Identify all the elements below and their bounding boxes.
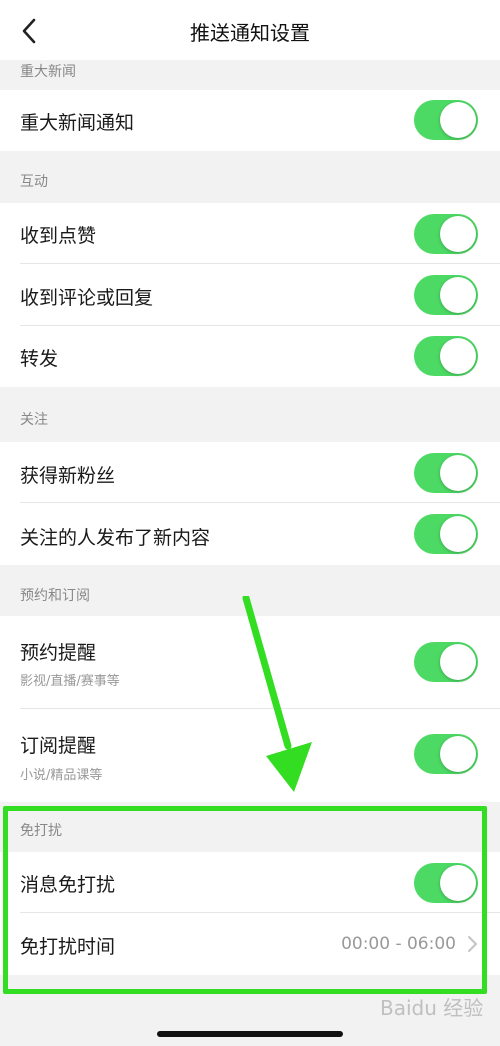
toggle-knob <box>440 736 476 772</box>
navigation-bar: 推送通知设置 <box>0 0 500 60</box>
toggle-knob <box>440 277 476 313</box>
setting-label: 转发 <box>20 348 59 370</box>
toggle-knob <box>440 216 476 252</box>
setting-sublabel: 小说/精品课等 <box>20 768 103 783</box>
setting-label: 重大新闻通知 <box>20 112 135 134</box>
setting-label: 收到评论或回复 <box>20 287 154 309</box>
setting-row-comments: 收到评论或回复 <box>0 264 500 326</box>
likes-toggle[interactable] <box>414 214 478 254</box>
toggle-knob <box>440 516 476 552</box>
page-title: 推送通知设置 <box>190 21 310 45</box>
setting-sublabel: 影视/直播/赛事等 <box>20 674 120 689</box>
section-header-major-news: 重大新闻 <box>0 60 500 90</box>
toggle-knob <box>440 644 476 680</box>
reservation-reminder-toggle[interactable] <box>414 642 478 682</box>
major-news-toggle[interactable] <box>414 100 478 140</box>
home-indicator <box>157 1031 343 1037</box>
followed-posts-toggle[interactable] <box>414 514 478 554</box>
toggle-knob <box>440 102 476 138</box>
subscription-reminder-toggle[interactable] <box>414 734 478 774</box>
setting-row-likes: 收到点赞 <box>0 203 500 264</box>
toggle-knob <box>440 338 476 374</box>
setting-label: 关注的人发布了新内容 <box>20 527 211 549</box>
section-header-follow: 关注 <box>0 387 500 442</box>
setting-label: 获得新粉丝 <box>20 465 116 487</box>
setting-row-followed-posts: 关注的人发布了新内容 <box>0 503 500 565</box>
new-followers-toggle[interactable] <box>414 453 478 493</box>
setting-row-reposts: 转发 <box>0 326 500 387</box>
reposts-toggle[interactable] <box>414 336 478 376</box>
comments-toggle[interactable] <box>414 275 478 315</box>
setting-label: 预约提醒 <box>20 642 97 664</box>
section-header-interaction: 互动 <box>0 151 500 203</box>
setting-label: 收到点赞 <box>20 225 97 247</box>
highlight-box-annotation <box>3 806 487 994</box>
toggle-knob <box>440 455 476 491</box>
watermark: Baidu 经验 <box>380 996 484 1020</box>
setting-row-new-followers: 获得新粉丝 <box>0 442 500 503</box>
arrow-annotation-icon <box>242 596 312 792</box>
setting-label: 订阅提醒 <box>20 735 97 757</box>
setting-row-major-news: 重大新闻通知 <box>0 90 500 151</box>
